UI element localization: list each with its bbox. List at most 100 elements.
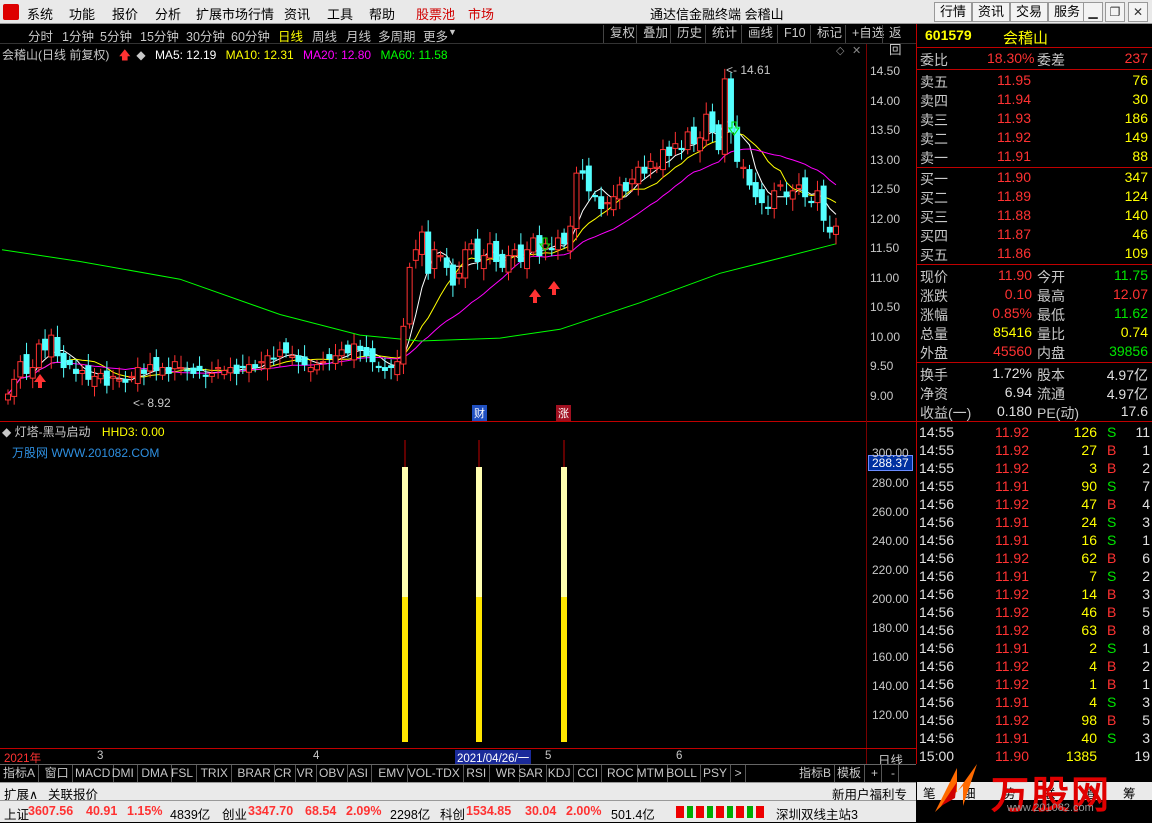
cell: 11.92 [995,496,1029,512]
indicator-tab-14[interactable]: RSI [463,765,491,782]
period-5min[interactable]: 5分钟 [100,26,132,45]
cell: S [1107,424,1117,440]
candle-body [499,253,506,268]
cell: 1 [1089,676,1097,692]
cell: S [1107,640,1117,656]
badge-limit-up[interactable]: 涨 [556,405,571,421]
menu-analysis[interactable]: 分析 [155,4,181,23]
indicator-tab-18[interactable]: CCI [574,765,603,782]
cell: 14:56 [919,604,955,620]
menu-stock-pool[interactable]: 股票池 [416,4,455,23]
brand-logo-icon [927,762,987,818]
period-30min[interactable]: 30分钟 [186,26,225,45]
indicator-tab-4[interactable]: DMA [138,765,173,782]
indicator-tab-1[interactable]: 窗口 [42,765,73,782]
indicator-tab-8[interactable]: CR [271,765,296,782]
tool-f10[interactable]: F10 [777,25,812,43]
stock-header: 601579 会稽山 [917,27,1152,47]
indicator-chart[interactable] [0,422,916,748]
period-weekly[interactable]: 周线 [312,26,337,45]
cell: 0.180 [996,403,1032,419]
indicator-tab-right-0[interactable]: 指标B [796,765,836,782]
tick-row: 14:55 11.91 90 S 7 [917,478,1152,497]
indicator-tab-10[interactable]: OBV [316,765,349,782]
cell: 3 [1142,730,1150,746]
period-60min[interactable]: 60分钟 [231,26,270,45]
candle-body [159,367,166,376]
tool-mark[interactable]: 标记 [810,25,848,43]
menu-tools[interactable]: 工具 [327,4,353,23]
cell: B [1107,496,1117,512]
candle-body [505,255,512,273]
indicator-tab-11[interactable]: ASI [346,765,372,782]
indicator-tab-7[interactable]: BRAR [234,765,275,782]
period-multi[interactable]: 多周期 [378,26,416,45]
menu-help[interactable]: 帮助 [369,4,395,23]
minimize-icon[interactable]: ▁ [1083,2,1103,22]
indicator-tab-5[interactable]: FSL [168,765,198,782]
candle-body [573,172,580,230]
indicator-tab-22[interactable]: PSY [700,765,732,782]
chevron-down-icon[interactable]: ▼ [448,27,457,37]
indicator-tab-21[interactable]: BOLL [663,765,701,782]
tick-row: 14:56 11.92 14 B 3 [917,586,1152,605]
cell: 30 [1132,91,1148,107]
menu-function[interactable]: 功能 [69,4,95,23]
candle-body [567,225,574,252]
indicator-tab-right-1[interactable]: 模板 [834,765,866,782]
cell: 5 [1142,604,1150,620]
period-daily[interactable]: 日线 [278,26,303,45]
candle-body [72,368,79,374]
period-monthly[interactable]: 月线 [346,26,371,45]
indicator-tab-6[interactable]: TRIX [198,765,232,782]
period-timeline[interactable]: 分时 [28,26,53,45]
period-more[interactable]: 更多 [423,26,448,45]
kline-chart[interactable]: <- 14.61 <- 8.92 [0,44,916,421]
btn-service[interactable]: 服务 [1048,2,1087,22]
candle-body [647,160,654,169]
tool-drawing[interactable]: 画线 [741,25,779,43]
stat-row-7: 收益(一) 0.180 PE(动) 17.6 [917,403,1152,422]
tool-back[interactable]: 返回 [882,25,916,57]
tool-history[interactable]: 历史 [670,25,708,43]
menu-extended-market[interactable]: 扩展市场行情 [196,4,274,23]
cell: 11.92 [995,442,1029,458]
candle-body [486,243,493,259]
btn-quote[interactable]: 行情 [934,2,973,22]
btn-news[interactable]: 资讯 [972,2,1011,22]
cell: 14:55 [919,424,955,440]
ask-row-2: 卖三 11.93 186 [917,110,1152,129]
menu-quote[interactable]: 报价 [112,4,138,23]
close-icon[interactable]: ✕ [1128,2,1148,22]
candle-body [54,337,61,357]
btn-trade[interactable]: 交易 [1010,2,1049,22]
server-label[interactable]: 深圳双线主站3 [776,804,858,823]
tool-overlay[interactable]: 叠加 [636,25,674,43]
indicator-tab-16[interactable]: SAR [515,765,547,782]
menu-market[interactable]: 市场 [468,4,494,23]
side-tab-5[interactable]: 筹 [1123,783,1136,802]
restore-icon[interactable]: ❐ [1105,2,1125,22]
cell: 11.91 [995,514,1029,530]
cell: 6 [1142,550,1150,566]
indicator-tab-9[interactable]: VR [294,765,318,782]
stat-row-3: 总量 85416 量比 0.74 [917,324,1152,343]
period-15min[interactable]: 15分钟 [140,26,179,45]
period-1min[interactable]: 1分钟 [62,26,94,45]
cell: 8 [1142,622,1150,638]
tool-statistics[interactable]: 统计 [705,25,743,43]
indicator-tab-13[interactable]: VOL-TDX [405,765,464,782]
indicator-tab-3[interactable]: DMI [109,765,138,782]
badge-financial[interactable]: 财 [472,405,487,421]
menu-news[interactable]: 资讯 [284,4,310,23]
indicator-tab-12[interactable]: EMV [375,765,409,782]
indicator-tab-17[interactable]: KDJ [545,765,575,782]
menu-system[interactable]: 系统 [27,4,53,23]
chevron-right-icon[interactable]: > [732,765,746,782]
indicator-tab-0[interactable]: 指标A [0,765,40,782]
cell: 卖五 [920,74,948,90]
cell: 7 [1089,568,1097,584]
candle-body [171,361,178,370]
indicator-tab-right-2[interactable]: + [868,765,883,782]
indicator-tab-right-3[interactable]: - [888,765,899,782]
